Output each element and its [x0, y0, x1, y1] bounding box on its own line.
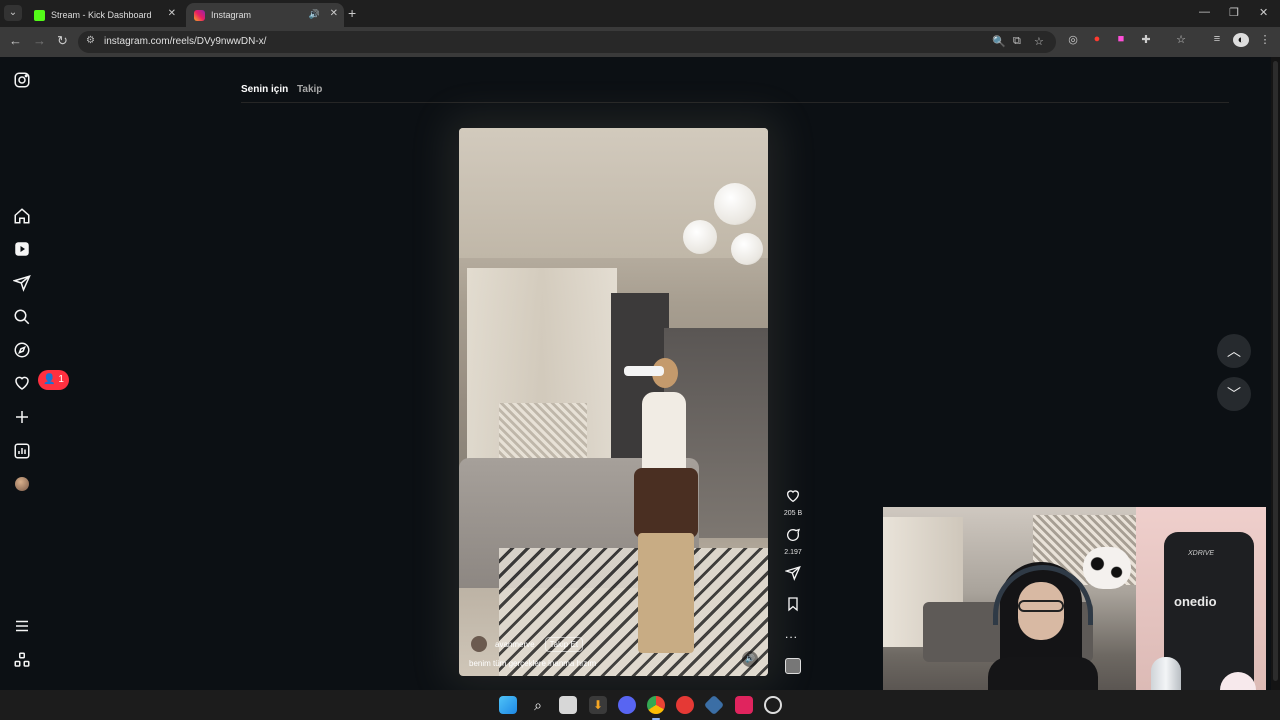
tab-for-you[interactable]: Senin için [241, 84, 288, 95]
task-view-icon[interactable] [559, 696, 577, 714]
chrome-icon[interactable] [647, 696, 665, 720]
bookmarks-icon[interactable]: ☆ [1173, 33, 1189, 46]
url-text: instagram.com/reels/DVy9nwwDN-x/ [104, 36, 267, 47]
reload-icon[interactable]: ↻ [57, 34, 68, 48]
previous-reel-button[interactable]: ︿ [1217, 334, 1251, 368]
download-app-icon[interactable]: ⬇ [589, 696, 607, 714]
heart-icon [786, 490, 800, 503]
comment-count: 2.197 [784, 549, 802, 556]
discord-icon[interactable] [618, 696, 636, 714]
comment-icon [787, 528, 801, 541]
video-scene [731, 233, 763, 265]
omnibox[interactable]: ⚙ instagram.com/reels/DVy9nwwDN-x/ 🔍 ⧉ ☆ [78, 31, 1056, 53]
kick-favicon-icon [34, 9, 45, 21]
bookmark-icon [788, 597, 798, 612]
extension-pink-icon[interactable]: ■ [1113, 33, 1129, 45]
feed-divider [241, 102, 1229, 103]
chair-brand: onedio [1174, 594, 1217, 609]
reel-caption[interactable]: benim tüm gerçeklere inanma hızım [469, 659, 596, 668]
tab-instagram[interactable]: Instagram 🔊 ✕ [186, 3, 344, 27]
site-info-icon[interactable]: ⚙ [86, 35, 95, 46]
close-tab-icon[interactable]: ✕ [330, 3, 338, 25]
follow-button[interactable]: Takip Et [544, 636, 584, 652]
more-menu-icon[interactable] [13, 617, 31, 635]
browser-tab-bar: ⌄ Stream - Kick Dashboard ✕ Instagram 🔊 … [0, 0, 1280, 27]
save-button[interactable] [783, 596, 803, 617]
tab-title: Stream - Kick Dashboard [51, 10, 152, 20]
tab-following[interactable]: Takip [297, 84, 322, 95]
chair-logo: XDRIVE [1188, 550, 1215, 557]
dashboard-chart-icon[interactable] [13, 442, 31, 460]
close-window-icon[interactable]: ✕ [1259, 6, 1268, 19]
explore-compass-icon[interactable] [13, 341, 31, 359]
minimize-icon[interactable]: — [1199, 6, 1210, 18]
instagram-logo-icon[interactable] [13, 71, 31, 89]
instagram-favicon-icon [194, 9, 205, 21]
tab-search-chevron-icon[interactable]: ⌄ [4, 5, 22, 21]
red-app-icon[interactable] [676, 696, 694, 714]
notifications-heart-icon[interactable] [13, 374, 31, 392]
video-scene [683, 220, 717, 254]
author-username[interactable]: avanmerve [495, 640, 535, 649]
close-tab-icon[interactable]: ✕ [168, 3, 176, 25]
extension-red-icon[interactable]: ● [1089, 33, 1105, 45]
audio-thumbnail[interactable] [785, 658, 801, 674]
badge-count: 1 [58, 374, 64, 385]
forward-icon[interactable]: → [33, 34, 46, 48]
profile-avatar-icon[interactable]: ◐ [1233, 33, 1249, 47]
pink-app-icon[interactable] [735, 696, 753, 714]
notification-badge[interactable]: 👤 1 [38, 370, 69, 390]
share-button[interactable] [783, 565, 803, 586]
messages-icon[interactable] [12, 274, 31, 292]
scrollbar-thumb[interactable] [1273, 61, 1278, 681]
zoom-icon[interactable]: 🔍 [992, 35, 1006, 48]
cast-icon[interactable]: ⧉ [1013, 35, 1021, 48]
video-person [624, 358, 704, 658]
tab-title: Instagram [211, 10, 252, 20]
back-icon[interactable]: ← [9, 34, 22, 48]
mute-toggle-icon[interactable]: 🔊 [742, 651, 758, 667]
bookmark-star-icon[interactable]: ☆ [1034, 35, 1044, 48]
extensions-puzzle-icon[interactable]: ✚ [1138, 33, 1154, 46]
extension-glasses-icon[interactable]: ◎ [1065, 33, 1081, 46]
like-count: 205 B [783, 510, 803, 517]
tab-kick-dashboard[interactable]: Stream - Kick Dashboard ✕ [26, 3, 182, 27]
home-icon[interactable] [13, 207, 31, 225]
obs-icon[interactable] [764, 696, 782, 714]
windows-taskbar: ⌕ ⬇ [0, 690, 1280, 720]
tab-audio-icon[interactable]: 🔊 [309, 3, 320, 25]
start-windows-icon[interactable] [499, 696, 517, 714]
feed-tabs: Senin için Takip [241, 84, 322, 95]
reels-icon[interactable] [13, 240, 31, 258]
next-reel-button[interactable]: ﹀ [1217, 377, 1251, 411]
webcam-overlay: XDRIVE onedio [883, 507, 1266, 720]
taskbar-search-icon[interactable]: ⌕ [529, 696, 547, 714]
create-plus-icon[interactable] [13, 408, 31, 426]
blue-app-icon[interactable] [703, 694, 725, 716]
browser-menu-icon[interactable]: ⋮ [1257, 33, 1273, 46]
reading-list-icon[interactable]: ≡ [1209, 33, 1225, 45]
new-tab-button[interactable]: + [348, 6, 356, 20]
also-from-meta-icon[interactable] [13, 651, 31, 669]
send-icon [784, 565, 801, 581]
address-toolbar: ← → ↻ ⚙ instagram.com/reels/DVy9nwwDN-x/… [0, 27, 1280, 57]
comment-button[interactable]: 2.197 [783, 527, 803, 556]
reel-author: avanmerve Takip Et [471, 636, 584, 652]
author-avatar[interactable] [471, 636, 487, 652]
reel-video[interactable]: avanmerve Takip Et benim tüm gerçeklere … [459, 128, 768, 676]
cow-plush [1083, 547, 1131, 589]
profile-avatar[interactable] [15, 477, 29, 491]
page-scrollbar[interactable] [1271, 57, 1280, 690]
video-scene [714, 183, 756, 225]
restore-icon[interactable]: ❐ [1229, 6, 1239, 19]
search-icon[interactable] [13, 308, 31, 326]
like-button[interactable]: 205 B [783, 488, 803, 517]
video-scene [499, 403, 587, 458]
more-options-button[interactable]: ... [785, 627, 798, 641]
